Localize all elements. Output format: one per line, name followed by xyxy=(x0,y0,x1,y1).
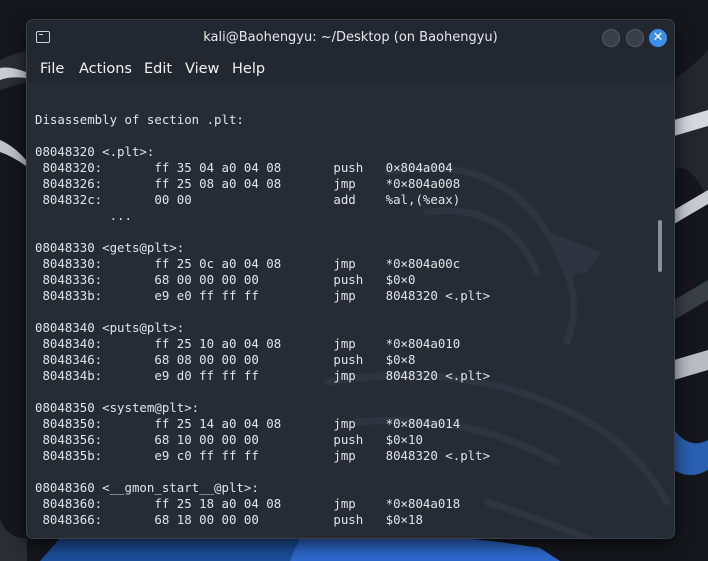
terminal-line: 804832c: 00 00 add %al,(%eax) xyxy=(35,192,461,207)
menu-bar: File Actions Edit View Help xyxy=(27,56,674,82)
menu-actions[interactable]: Actions xyxy=(73,56,138,82)
terminal-line: 08048320 <.plt>: xyxy=(35,144,155,159)
terminal-line: 8048350: ff 25 14 a0 04 08 jmp *0×804a01… xyxy=(35,416,461,431)
menu-edit[interactable]: Edit xyxy=(138,56,178,82)
minimize-button[interactable] xyxy=(602,29,620,47)
terminal-line: 8048326: ff 25 08 a0 04 08 jmp *0×804a00… xyxy=(35,176,461,191)
menu-help[interactable]: Help xyxy=(226,56,271,82)
title-bar[interactable]: kali@Baohengyu: ~/Desktop (on Baohengyu)… xyxy=(27,20,674,56)
terminal-line: 8048336: 68 00 00 00 00 push $0×0 xyxy=(35,272,416,287)
terminal-line: ... xyxy=(35,208,132,223)
terminal-line: 804835b: e9 c0 ff ff ff jmp 8048320 <.pl… xyxy=(35,448,491,463)
terminal-line: 8048330: ff 25 0c a0 04 08 jmp *0×804a00… xyxy=(35,256,461,271)
terminal-output[interactable]: Disassembly of section .plt: 08048320 <.p… xyxy=(27,82,674,538)
terminal-line: 8048360: ff 25 18 a0 04 08 jmp *0×804a01… xyxy=(35,496,461,511)
terminal-line: 804833b: e9 e0 ff ff ff jmp 8048320 <.pl… xyxy=(35,288,491,303)
disassembly-output: Disassembly of section .plt: 08048320 <.p… xyxy=(35,96,490,528)
close-button[interactable]: ✕ xyxy=(649,29,667,47)
terminal-line: 08048330 <gets@plt>: xyxy=(35,240,185,255)
terminal-line: 08048360 <__gmon_start__@plt>: xyxy=(35,480,259,495)
terminal-line: 8048356: 68 10 00 00 00 push $0×10 xyxy=(35,432,423,447)
close-icon: ✕ xyxy=(652,30,664,45)
terminal-line: 8048320: ff 35 04 a0 04 08 push 0×804a00… xyxy=(35,160,453,175)
terminal-window: kali@Baohengyu: ~/Desktop (on Baohengyu)… xyxy=(27,20,674,538)
window-title: kali@Baohengyu: ~/Desktop (on Baohengyu) xyxy=(203,30,498,45)
terminal-line: 08048350 <system@plt>: xyxy=(35,400,200,415)
terminal-line: 08048340 <puts@plt>: xyxy=(35,320,185,335)
terminal-line: 8048340: ff 25 10 a0 04 08 jmp *0×804a01… xyxy=(35,336,461,351)
scrollbar[interactable] xyxy=(658,220,662,272)
menu-view[interactable]: View xyxy=(179,56,225,82)
terminal-line: 8048346: 68 08 00 00 00 push $0×8 xyxy=(35,352,416,367)
terminal-line: 8048366: 68 18 00 00 00 push $0×18 xyxy=(35,512,423,527)
terminal-line: Disassembly of section .plt: xyxy=(35,112,244,127)
terminal-line: 804834b: e9 d0 ff ff ff jmp 8048320 <.pl… xyxy=(35,368,491,383)
maximize-button[interactable] xyxy=(626,29,644,47)
menu-file[interactable]: File xyxy=(34,56,70,82)
